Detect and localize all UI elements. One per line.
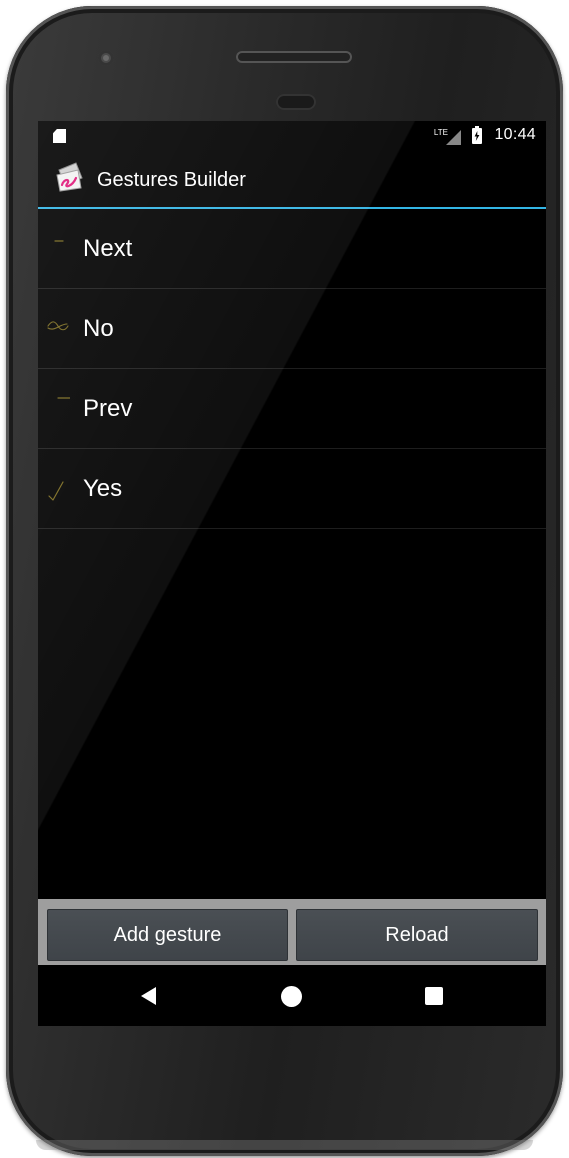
gesture-item-yes[interactable]: Yes xyxy=(38,449,546,529)
gesture-item-prev[interactable]: Prev xyxy=(38,369,546,449)
gesture-no-thumbnail-icon xyxy=(47,321,69,331)
battery-charging-icon xyxy=(472,126,482,144)
status-clock: 10:44 xyxy=(494,126,536,143)
gesture-name: No xyxy=(83,315,114,342)
proximity-sensor xyxy=(276,94,316,110)
gesture-next-thumbnail-icon xyxy=(54,240,64,242)
gesture-yes-thumbnail-icon xyxy=(48,481,64,501)
status-bar: LTE 10:44 xyxy=(38,121,546,151)
gesture-name: Yes xyxy=(83,475,123,502)
phone-bottom-edge xyxy=(36,1140,533,1150)
gesture-prev-thumbnail-icon xyxy=(57,397,70,399)
app-title: Gestures Builder xyxy=(97,169,246,191)
gesture-name: Prev xyxy=(83,395,133,422)
recents-icon[interactable] xyxy=(425,987,443,1005)
sd-card-icon xyxy=(53,129,66,143)
gestures-builder-app-icon[interactable] xyxy=(54,161,86,193)
action-bar: Gestures Builder xyxy=(38,151,546,209)
button-bar: Add gesture Reload xyxy=(38,899,546,965)
gesture-list: Next No Prev Yes xyxy=(38,209,546,529)
gesture-item-no[interactable]: No xyxy=(38,289,546,369)
navigation-bar xyxy=(38,965,546,1026)
phone-screen: LTE 10:44 Gestures Builder Next No Prev … xyxy=(38,121,546,1026)
reload-button[interactable]: Reload xyxy=(296,909,538,961)
front-camera-icon xyxy=(98,50,114,66)
earpiece-speaker xyxy=(236,51,352,63)
gesture-name: Next xyxy=(83,235,133,262)
add-gesture-button[interactable]: Add gesture xyxy=(47,909,288,961)
back-icon[interactable] xyxy=(141,987,156,1005)
home-icon[interactable] xyxy=(281,986,302,1007)
signal-icon xyxy=(446,130,461,145)
gesture-item-next[interactable]: Next xyxy=(38,209,546,289)
